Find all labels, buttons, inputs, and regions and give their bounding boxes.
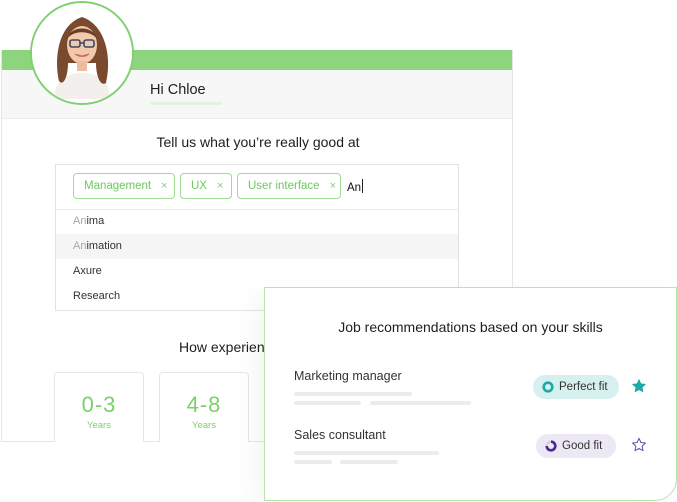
experience-range: 0-3 xyxy=(81,392,117,417)
fit-badge: Good fit xyxy=(536,434,616,458)
skill-chip[interactable]: UX × xyxy=(180,173,232,199)
suggestion-rest: imation xyxy=(86,240,122,252)
suggestion-item-highlighted[interactable]: Animation xyxy=(56,234,458,259)
suggestion-item[interactable]: Axure xyxy=(56,259,458,284)
text-caret xyxy=(362,179,364,193)
skill-chip[interactable]: User interface × xyxy=(237,173,341,199)
placeholder-line xyxy=(370,401,471,405)
suggestion-item[interactable]: Anima xyxy=(56,209,458,234)
suggestion-match: An xyxy=(73,215,87,227)
avatar[interactable] xyxy=(30,1,134,105)
placeholder-line xyxy=(340,460,398,464)
job-recommendations-panel: Job recommendations based on your skills… xyxy=(264,287,677,501)
experience-title-text: How experienc xyxy=(179,339,272,355)
placeholder-line xyxy=(294,392,412,396)
chip-label: User interface xyxy=(248,180,320,192)
skill-chips-row: Management × UX × User interface × An xyxy=(56,165,458,210)
experience-range: 4-8 xyxy=(186,392,222,417)
good-fit-progress-icon xyxy=(545,440,557,452)
chip-label: Management xyxy=(84,180,152,192)
placeholder-line xyxy=(294,460,332,464)
skill-chip[interactable]: Management × xyxy=(73,173,175,199)
chip-label: UX xyxy=(191,180,207,192)
placeholder-line xyxy=(294,401,361,405)
experience-option[interactable]: 4-8 Years xyxy=(159,372,249,442)
recommendations-title: Job recommendations based on your skills xyxy=(338,319,603,335)
placeholder-line xyxy=(294,451,439,455)
fit-label: Perfect fit xyxy=(559,381,608,393)
suggestion-match: An xyxy=(73,240,87,252)
fit-badge: Perfect fit xyxy=(533,375,619,399)
experience-option[interactable]: 0-3 Years xyxy=(54,372,144,442)
fit-label: Good fit xyxy=(562,440,603,452)
typed-text: An xyxy=(347,182,362,194)
suggestion-rest: Axure xyxy=(73,265,102,277)
greeting-text: Hi Chloe xyxy=(150,82,206,98)
skill-search-input[interactable]: An xyxy=(347,179,364,194)
star-outline-icon[interactable] xyxy=(630,436,648,454)
greeting-underline xyxy=(150,102,222,105)
remove-chip-icon[interactable]: × xyxy=(161,180,167,192)
experience-unit: Years xyxy=(192,420,216,431)
skills-title: Tell us what you’re really good at xyxy=(156,134,360,150)
remove-chip-icon[interactable]: × xyxy=(217,180,223,192)
person-photo-icon xyxy=(32,3,132,103)
job-title[interactable]: Sales consultant xyxy=(294,428,386,442)
experience-unit: Years xyxy=(87,420,111,431)
job-title[interactable]: Marketing manager xyxy=(294,369,402,383)
remove-chip-icon[interactable]: × xyxy=(330,180,336,192)
suggestion-rest: Research xyxy=(73,290,121,302)
star-filled-icon[interactable] xyxy=(630,377,648,395)
perfect-fit-ring-icon xyxy=(542,381,554,393)
suggestion-rest: ima xyxy=(86,215,105,227)
